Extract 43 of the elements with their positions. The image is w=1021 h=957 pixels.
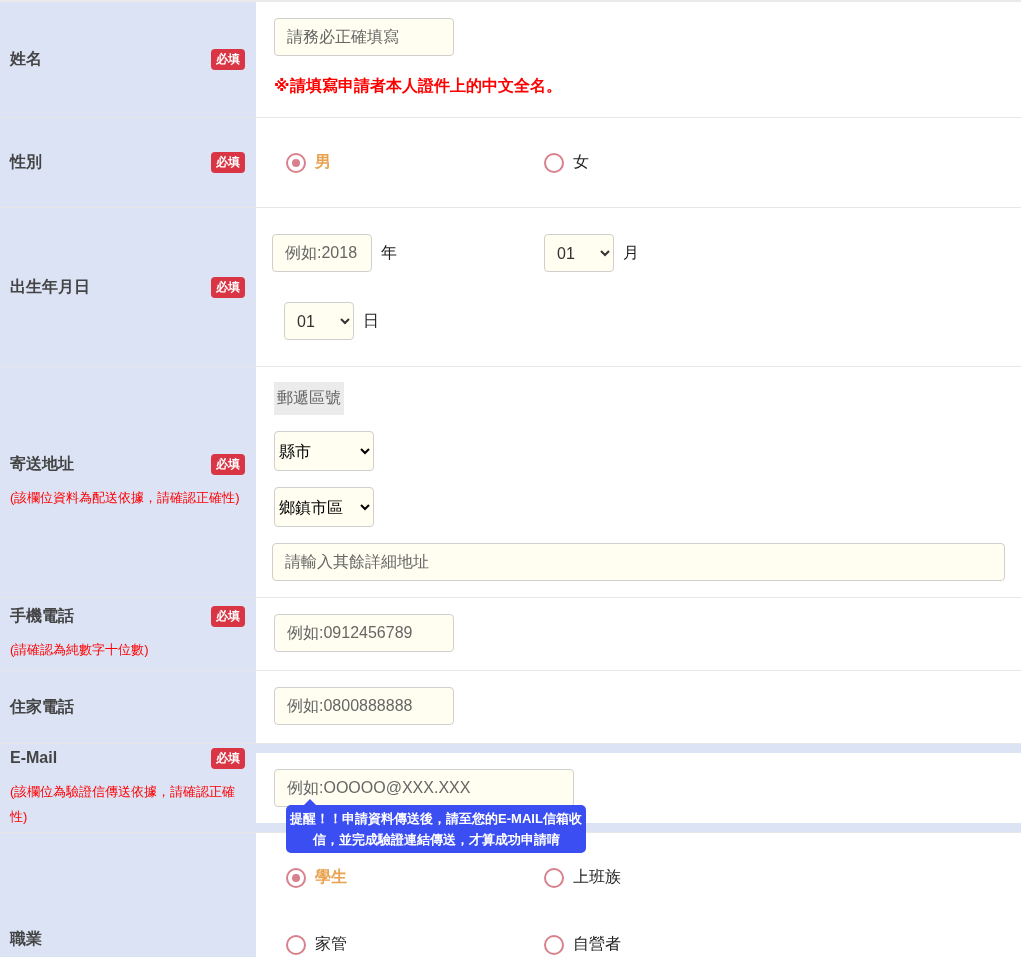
radio-button-icon[interactable]	[286, 934, 306, 955]
radio-option[interactable]: 自營者	[544, 934, 1003, 955]
required-badge: 必填	[211, 454, 245, 475]
date-unit: 日	[363, 310, 379, 331]
field-note: (該欄位為驗證信傳送依據，請確認正確性)	[10, 782, 237, 826]
radio-option[interactable]: 女	[544, 152, 1003, 173]
required-badge: 必填	[211, 606, 245, 627]
radio-button-icon[interactable]	[286, 152, 306, 173]
district-select[interactable]: 鄉鎮市區	[274, 487, 374, 527]
email-field[interactable]: 例如:OOOOO@XXX.XXX	[274, 769, 574, 807]
field-label: 性別	[10, 152, 42, 172]
text-field[interactable]: 請務必正確填寫	[274, 18, 454, 56]
radio-button-icon[interactable]	[544, 934, 564, 955]
field-label: 住家電話	[10, 696, 74, 717]
radio-button-icon[interactable]	[544, 152, 564, 173]
tooltip: 提醒！！申請資料傳送後，請至您的E-MAIL信箱收信，並完成驗證連結傳送，才算成功申請唷	[286, 799, 586, 853]
required-badge: 必填	[211, 152, 245, 173]
address-field[interactable]: 請輸入其餘詳細地址	[272, 543, 1005, 581]
text-field[interactable]: 例如:0800888888	[274, 687, 454, 725]
field-label: 手機電話	[10, 606, 74, 626]
field-label: 出生年月日	[10, 276, 90, 297]
radio-option[interactable]: 上班族	[544, 867, 1003, 888]
field-label: 姓名	[10, 49, 42, 69]
radio-option[interactable]: 家管	[286, 934, 544, 955]
date-select[interactable]: 01	[544, 234, 614, 272]
field-note: (請確認為純數字十位數)	[10, 641, 150, 659]
required-badge: 必填	[211, 276, 245, 298]
city-select[interactable]: 縣市	[274, 431, 374, 471]
required-badge: 必填	[211, 747, 245, 769]
field-note: (該欄位資料為配送依據，請確認正確性)	[10, 489, 241, 507]
year-field[interactable]: 例如:2018	[272, 234, 372, 272]
date-unit: 年	[381, 242, 397, 263]
field-label: E-Mail	[10, 749, 58, 767]
radio-button-icon[interactable]	[544, 867, 564, 888]
date-unit: 月	[623, 242, 639, 263]
field-hint: ※請填寫申請者本人證件上的中文全名。	[274, 76, 562, 96]
required-badge: 必填	[211, 49, 245, 70]
field-label: 職業	[10, 928, 42, 949]
radio-button-icon[interactable]	[286, 867, 306, 888]
text-field[interactable]: 例如:0912456789	[274, 614, 454, 652]
postal-code-field[interactable]: 郵遞區號	[274, 382, 344, 415]
date-select[interactable]: 01	[284, 302, 354, 340]
field-label: 寄送地址	[10, 454, 74, 474]
